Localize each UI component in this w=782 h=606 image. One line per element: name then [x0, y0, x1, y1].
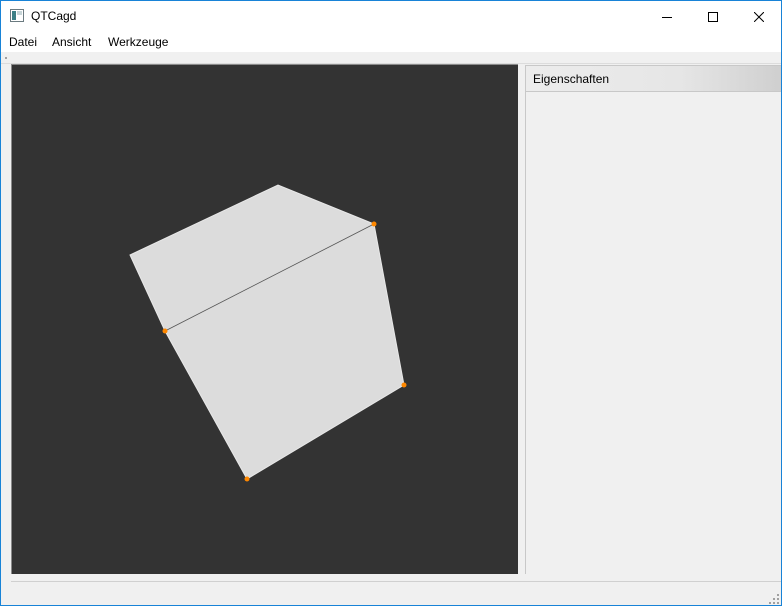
control-point[interactable] — [371, 221, 377, 227]
menu-ansicht[interactable]: Ansicht — [52, 35, 91, 49]
size-grip-icon[interactable] — [769, 594, 779, 604]
minimize-button[interactable] — [644, 1, 690, 32]
maximize-icon — [708, 11, 718, 22]
properties-dock: Eigenschaften — [525, 65, 781, 574]
dock-splitter[interactable] — [521, 64, 524, 573]
maximize-button[interactable] — [690, 1, 736, 32]
close-icon — [754, 11, 764, 22]
bezier-surface — [129, 184, 405, 480]
surface-view — [129, 184, 407, 482]
close-button[interactable] — [736, 1, 781, 32]
title-bar[interactable]: QTCagd — [1, 1, 781, 32]
toolbar-handle[interactable] — [5, 57, 7, 59]
dock-title: Eigenschaften — [533, 72, 610, 86]
window-title: QTCagd — [31, 9, 77, 23]
control-point[interactable] — [244, 476, 250, 482]
control-point[interactable] — [162, 328, 168, 334]
main-window: QTCagd Datei Ansicht Werkzeuge Eigenscha… — [0, 0, 782, 606]
toolbar-area — [1, 52, 781, 64]
minimize-icon — [662, 16, 672, 18]
render-viewport[interactable] — [11, 64, 518, 574]
app-icon — [10, 9, 24, 22]
menu-datei[interactable]: Datei — [9, 35, 37, 49]
menu-werkzeuge[interactable]: Werkzeuge — [108, 35, 168, 49]
status-bar — [11, 581, 781, 605]
dock-title-bar[interactable]: Eigenschaften — [526, 65, 781, 92]
menu-bar: Datei Ansicht Werkzeuge — [1, 32, 781, 52]
control-point[interactable] — [401, 382, 407, 388]
